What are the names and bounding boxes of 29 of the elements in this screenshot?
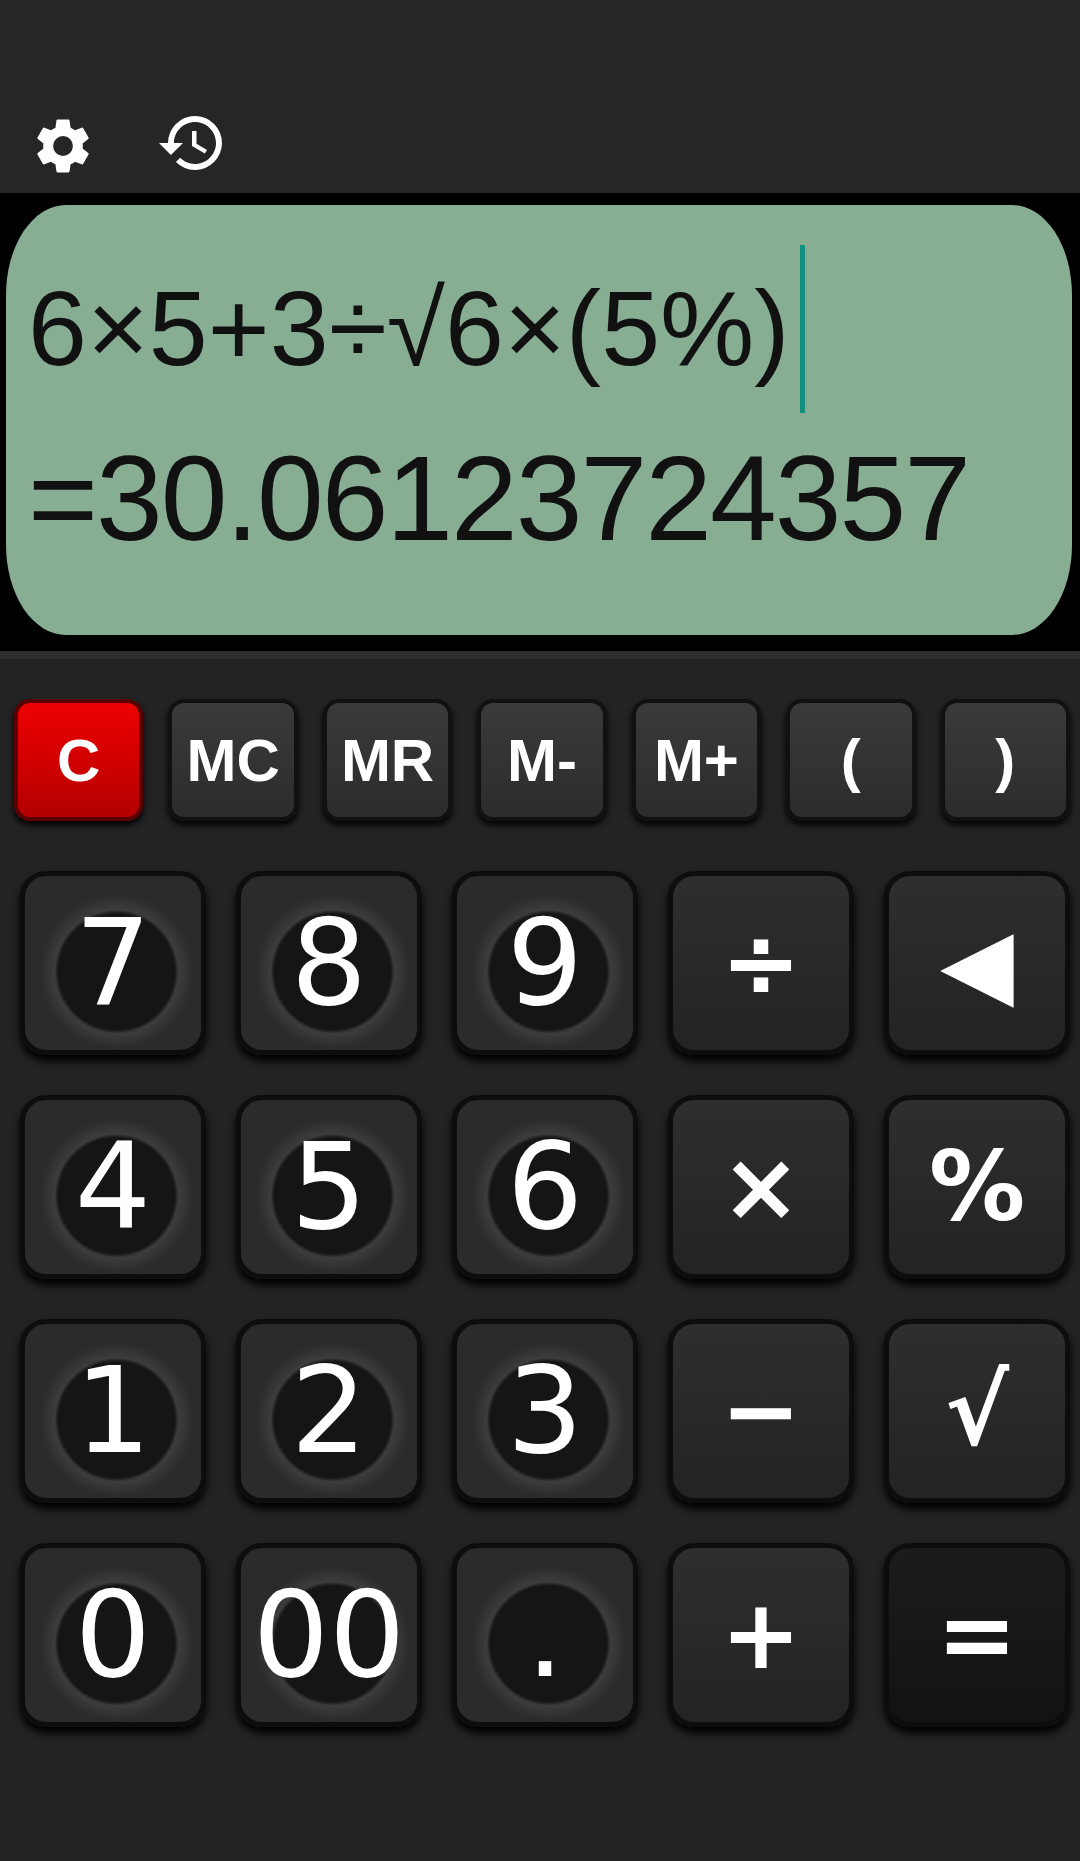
operator-key[interactable]: ◀ [884,871,1070,1055]
operator-key[interactable]: √ [884,1319,1070,1503]
digit-key[interactable]: 7 [20,871,206,1055]
operator-key[interactable]: − [668,1319,854,1503]
digit-key[interactable]: 9 [452,871,638,1055]
digit-key[interactable]: 4 [20,1095,206,1279]
function-key[interactable]: ( [786,699,916,821]
digit-key[interactable]: 2 [236,1319,422,1503]
equals-key[interactable]: = [884,1543,1070,1727]
function-key[interactable]: M- [477,699,607,821]
operator-key[interactable]: % [884,1095,1070,1279]
function-key[interactable]: MC [168,699,298,821]
digit-key[interactable]: . [452,1543,638,1727]
digit-key[interactable]: 8 [236,871,422,1055]
function-key[interactable]: M+ [631,699,762,821]
clear-key[interactable]: C [14,699,144,821]
digit-key[interactable]: 1 [20,1319,206,1503]
function-key[interactable]: ) [940,699,1070,821]
expression-text: 6×5+3÷√6×(5%) [28,268,790,390]
result-text: =30.06123724357 [28,430,970,567]
digit-key[interactable]: 5 [236,1095,422,1279]
operator-key[interactable]: ÷ [668,871,854,1055]
digit-key[interactable]: 00 [236,1543,422,1727]
digit-key[interactable]: 3 [452,1319,638,1503]
digit-key[interactable]: 0 [20,1543,206,1727]
digit-key[interactable]: 6 [452,1095,638,1279]
function-key[interactable]: MR [322,699,453,821]
operator-key[interactable]: × [668,1095,854,1279]
operator-key[interactable]: + [668,1543,854,1727]
